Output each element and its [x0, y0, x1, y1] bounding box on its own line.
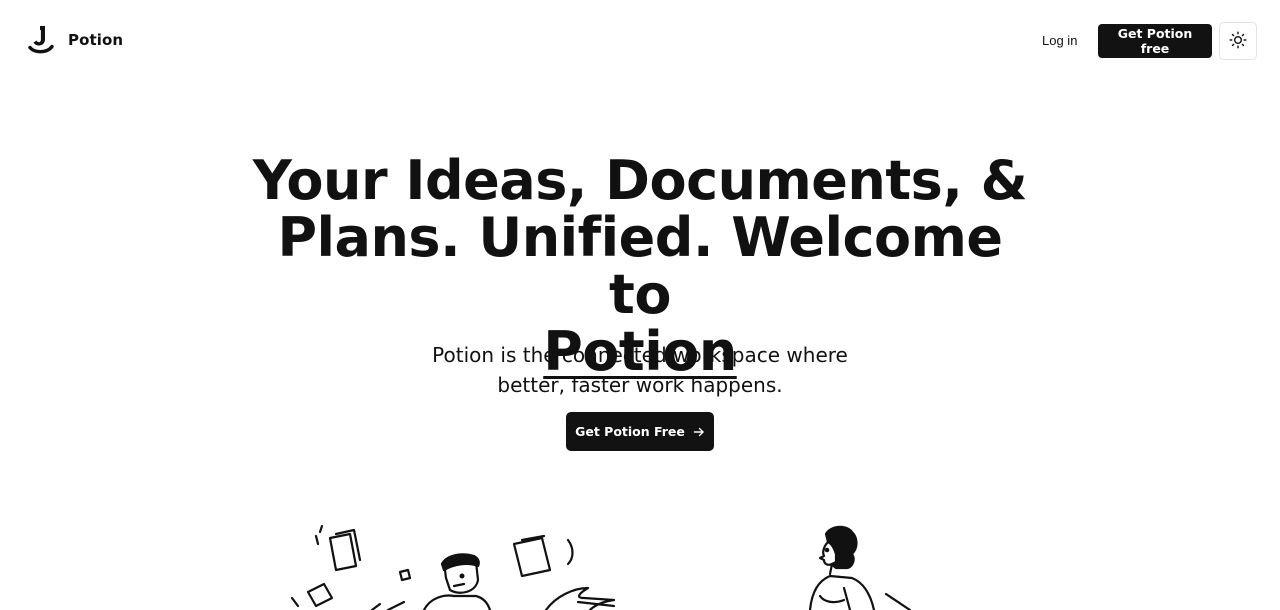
hero-subtitle: Potion is the connected workspace where … — [400, 340, 880, 400]
hero-subtitle-line-2: better, faster work happens. — [497, 373, 783, 397]
page: Potion Log in Get Potion free Your Ideas… — [0, 0, 1280, 610]
hero-title-line-2: Plans. Unified. Welcome to — [277, 206, 1003, 326]
site-header: Potion Log in Get Potion free — [0, 0, 1280, 80]
sun-icon — [1229, 31, 1247, 52]
brand-link[interactable]: Potion — [28, 24, 123, 56]
potion-logo-icon — [28, 24, 54, 56]
hero-subtitle-line-1: Potion is the connected workspace where — [432, 343, 848, 367]
login-button[interactable]: Log in — [1032, 28, 1087, 54]
brand-name: Potion — [68, 31, 124, 49]
arrow-right-icon — [693, 426, 705, 438]
woman-working-illustration — [790, 524, 930, 610]
theme-toggle-button[interactable] — [1219, 22, 1257, 60]
hero-get-potion-free-button[interactable]: Get Potion Free — [566, 412, 714, 451]
hero-title-line-1: Your Ideas, Documents, & — [252, 149, 1028, 212]
man-with-flying-papers-illustration — [284, 522, 624, 610]
get-potion-free-button[interactable]: Get Potion free — [1098, 24, 1212, 58]
hero-cta-label: Get Potion Free — [575, 424, 685, 439]
